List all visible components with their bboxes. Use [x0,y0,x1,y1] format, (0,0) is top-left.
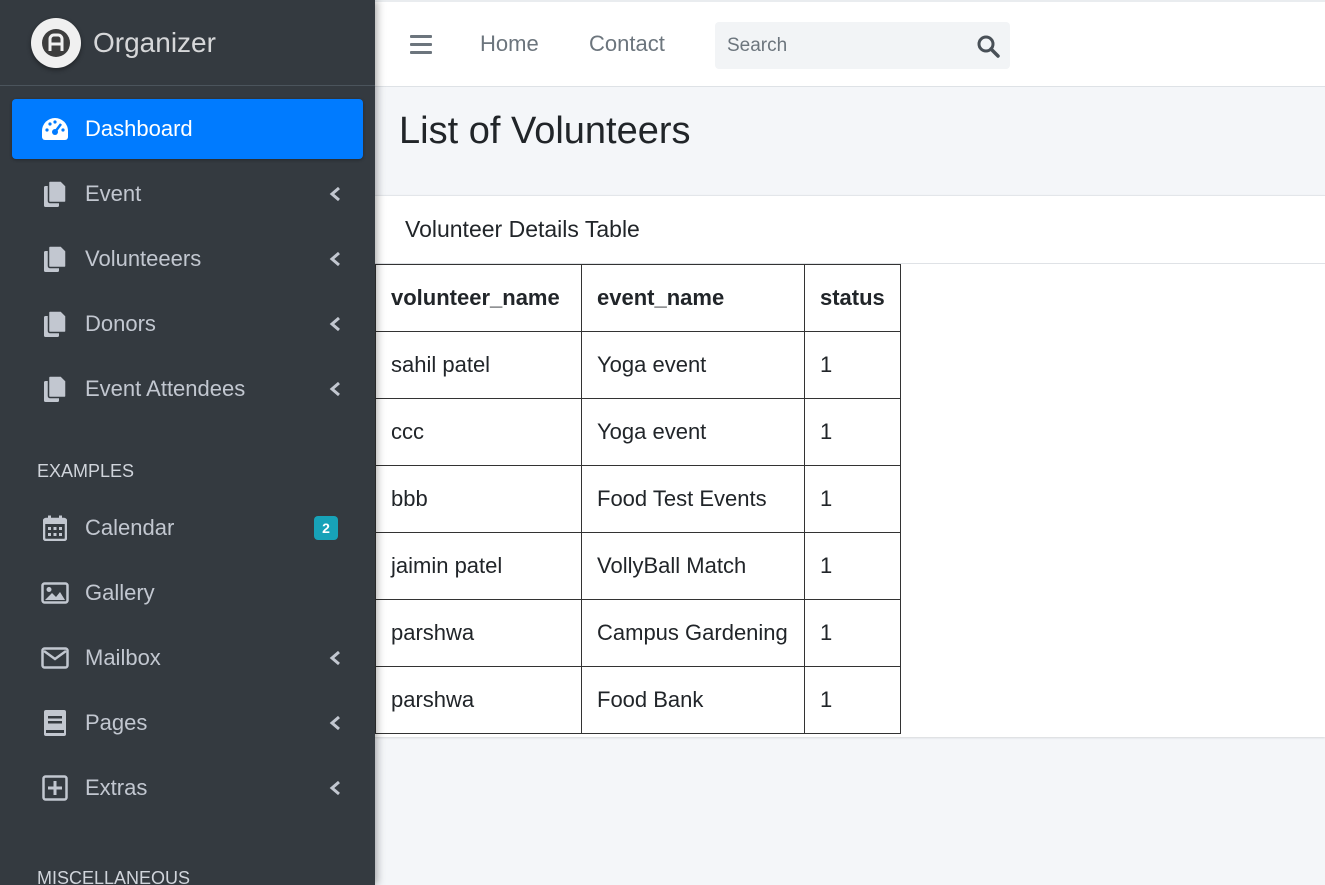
cell-volunteer-name: ccc [375,398,582,466]
sidebar-nav-examples: Calendar 2 Gallery Mailbox Pages Extras [0,498,375,818]
nav-header-miscellaneous: MISCELLANEOUS [37,867,191,885]
sidebar-item-pages[interactable]: Pages [12,693,363,753]
table-row: bbb Food Test Events 1 [375,465,901,533]
sidebar-item-calendar[interactable]: Calendar 2 [12,498,363,558]
card-title: Volunteer Details Table [375,196,1325,264]
sidebar-item-mailbox[interactable]: Mailbox [12,628,363,688]
chevron-left-icon [329,316,340,332]
cell-event-name: Campus Gardening [581,599,805,667]
navbar-search [715,22,1010,69]
cell-volunteer-name: parshwa [375,599,582,667]
brand-link[interactable]: Organizer [0,0,375,86]
cell-event-name: Food Bank [581,666,805,734]
sidebar-item-label: Volunteeers [85,246,202,271]
sidebar-item-label: Gallery [85,580,155,605]
cell-volunteer-name: bbb [375,465,582,533]
main-sidebar: Organizer Dashboard Event Volunteeers Do… [0,0,375,885]
table-row: ccc Yoga event 1 [375,398,901,466]
copy-icon [40,244,70,274]
image-icon [40,578,70,608]
column-header-event-name: event_name [581,264,805,332]
copy-icon [40,179,70,209]
cell-status: 1 [804,465,901,533]
search-icon[interactable] [976,34,1000,58]
envelope-icon [40,643,70,673]
top-navbar: Home Contact [375,0,1325,87]
calendar-count-badge: 2 [314,516,338,540]
cell-event-name: Yoga event [581,398,805,466]
cell-event-name: Food Test Events [581,465,805,533]
book-icon [40,708,70,738]
sidebar-item-volunteers[interactable]: Volunteeers [12,229,363,289]
sidebar-item-label: Dashboard [85,116,193,141]
column-header-status: status [804,264,901,332]
chevron-left-icon [329,381,340,397]
chevron-left-icon [329,715,340,731]
cell-event-name: VollyBall Match [581,532,805,600]
cell-status: 1 [804,666,901,734]
cell-status: 1 [804,331,901,399]
volunteer-card: Volunteer Details Table volunteer_name e… [375,195,1325,737]
copy-icon [40,309,70,339]
sidebar-item-label: Extras [85,775,148,800]
sidebar-item-dashboard[interactable]: Dashboard [12,99,363,159]
nav-link-home[interactable]: Home [480,31,539,57]
sidebar-item-label: Calendar [85,515,175,540]
sidebar-item-label: Event [85,181,142,206]
table-row: sahil patel Yoga event 1 [375,331,901,399]
cell-event-name: Yoga event [581,331,805,399]
sidebar-item-label: Mailbox [85,645,161,670]
table-row: jaimin patel VollyBall Match 1 [375,532,901,600]
calendar-icon [40,513,70,543]
brand-name: Organizer [93,26,216,58]
hamburger-menu-icon[interactable] [410,35,432,55]
plus-square-icon [40,773,70,803]
cell-status: 1 [804,398,901,466]
copy-icon [40,374,70,404]
search-input[interactable] [715,22,955,69]
sidebar-nav: Dashboard Event Volunteeers Donors Event… [0,86,375,419]
sidebar-item-label: Donors [85,311,156,336]
nav-link-contact[interactable]: Contact [589,31,665,57]
sidebar-item-label: Pages [85,710,148,735]
sidebar-item-event[interactable]: Event [12,164,363,224]
chevron-left-icon [329,186,340,202]
sidebar-item-event-attendees[interactable]: Event Attendees [12,359,363,419]
cell-volunteer-name: parshwa [375,666,582,734]
sidebar-item-donors[interactable]: Donors [12,294,363,354]
tachometer-icon [40,114,70,144]
table-row: parshwa Campus Gardening 1 [375,599,901,667]
column-header-volunteer-name: volunteer_name [375,264,582,332]
chevron-left-icon [329,650,340,666]
sidebar-item-gallery[interactable]: Gallery [12,563,363,623]
cell-status: 1 [804,532,901,600]
cell-status: 1 [804,599,901,667]
chevron-left-icon [329,780,340,796]
nav-header-examples: EXAMPLES [37,460,135,481]
chevron-left-icon [329,251,340,267]
sidebar-item-label: Event Attendees [85,376,246,401]
volunteer-table: volunteer_name event_name status sahil p… [375,264,901,734]
page-title: List of Volunteers [399,110,691,152]
table-header-row: volunteer_name event_name status [375,264,901,332]
cell-volunteer-name: sahil patel [375,331,582,399]
cell-volunteer-name: jaimin patel [375,532,582,600]
sidebar-item-extras[interactable]: Extras [12,758,363,818]
table-row: parshwa Food Bank 1 [375,666,901,734]
brand-logo-icon [31,17,81,68]
